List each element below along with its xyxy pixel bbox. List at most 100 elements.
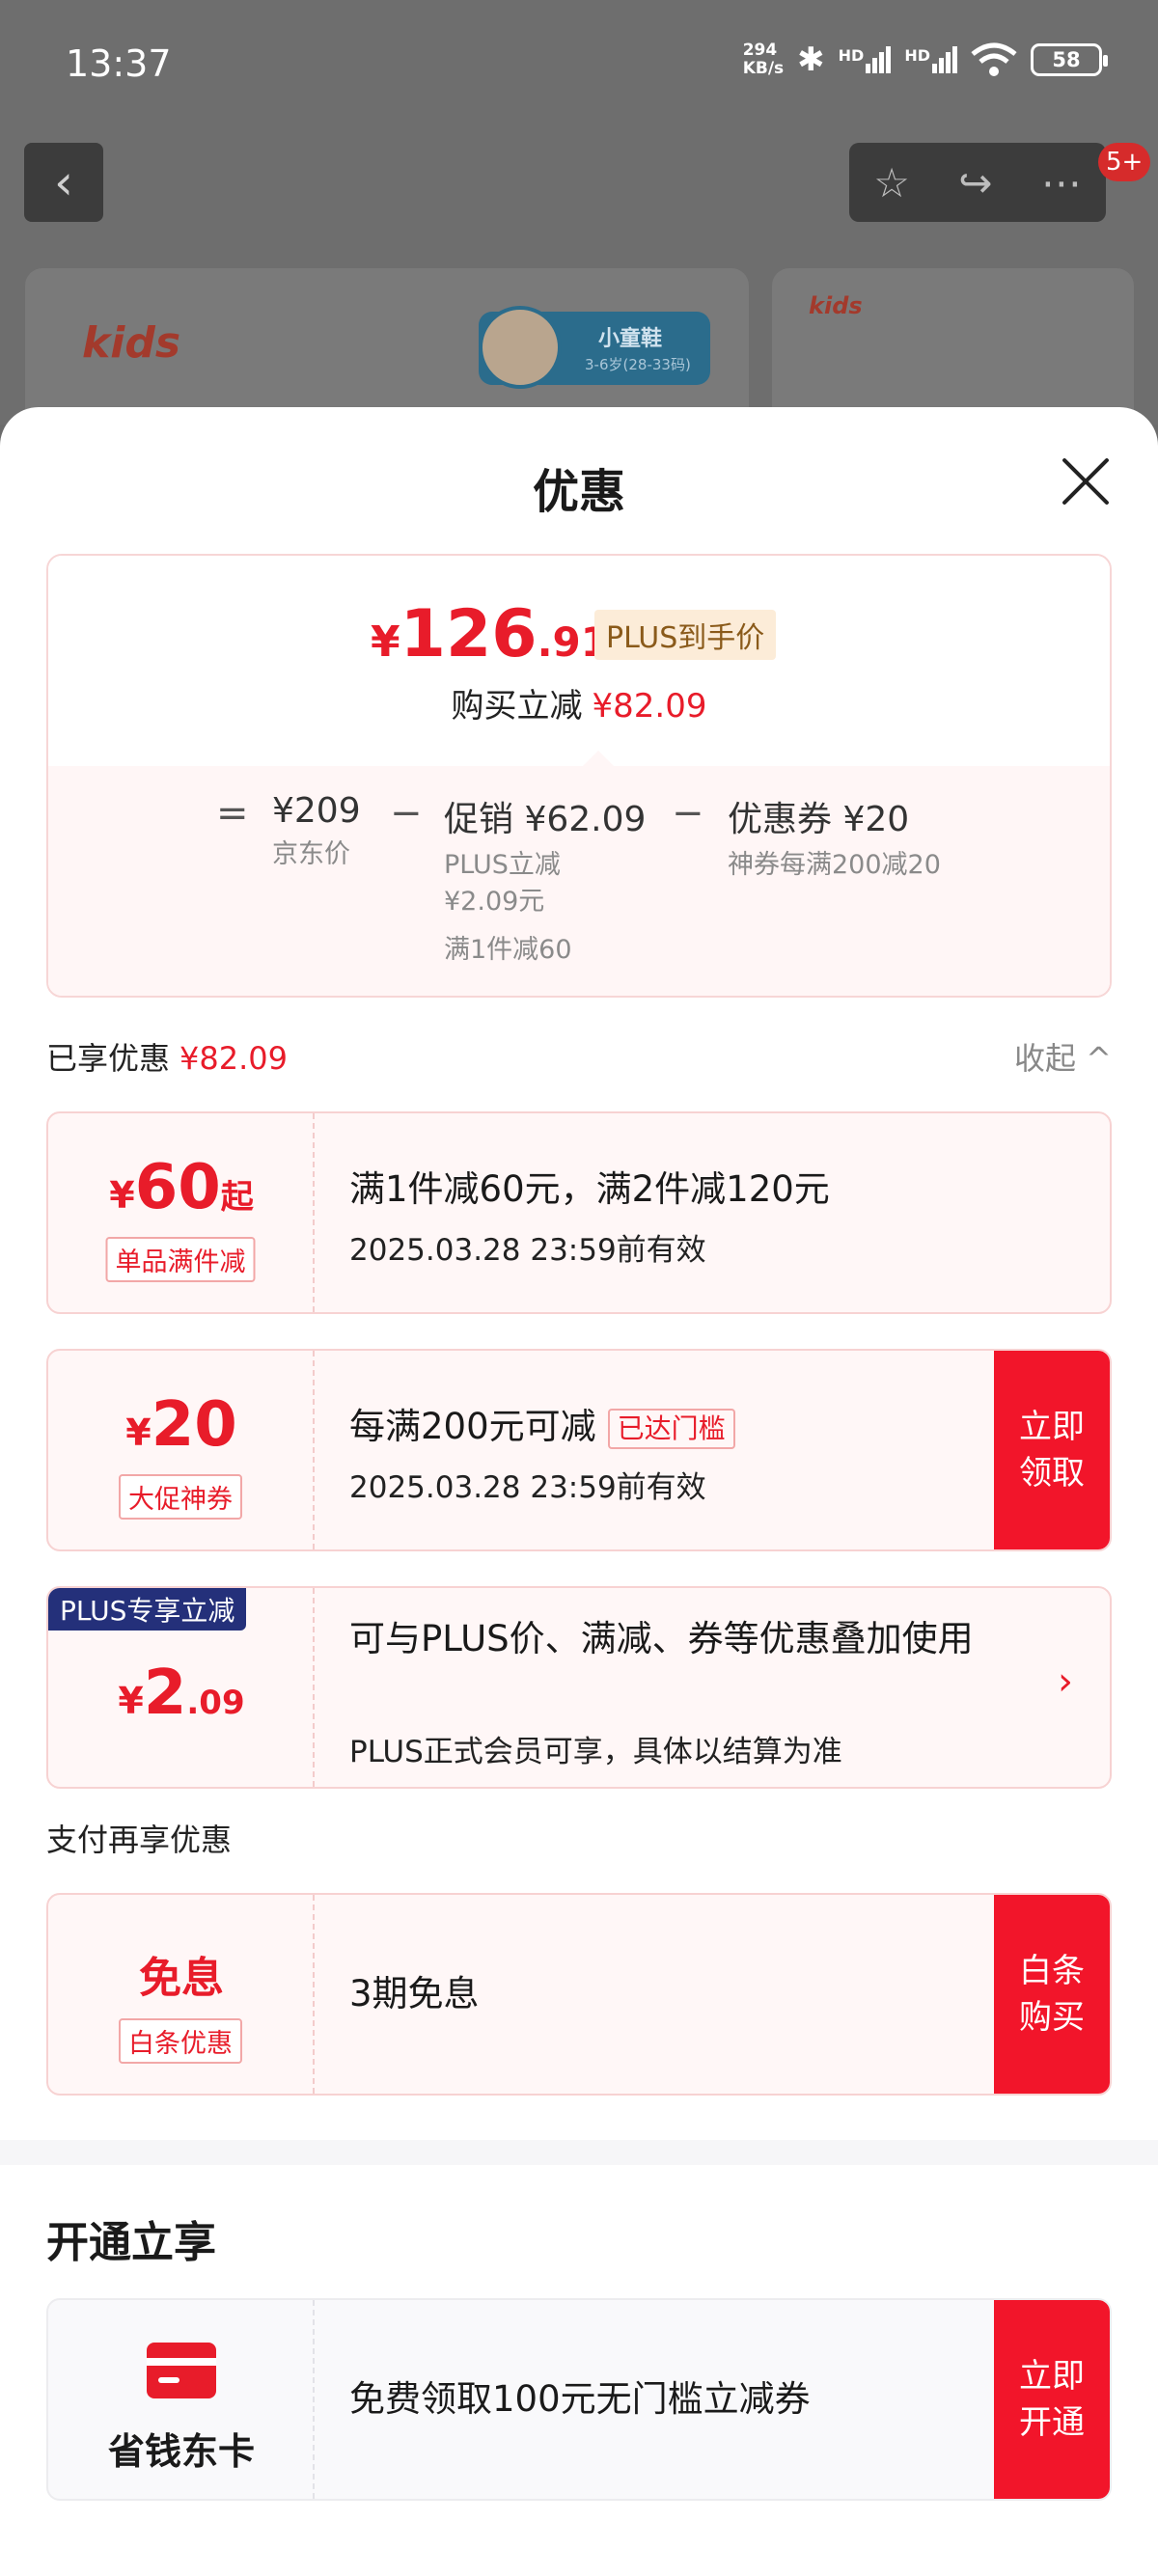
size-tag-range: 3-6岁(28-33码) bbox=[585, 356, 691, 373]
claim-button[interactable]: 立即 领取 bbox=[994, 1351, 1110, 1549]
card-icon bbox=[147, 2343, 216, 2398]
size-tag-name: 小童鞋 bbox=[598, 327, 663, 351]
price-summary: ¥ 126 .91 PLUS到手价 购买立减 ¥82.09 = ¥209 京东价 … bbox=[46, 554, 1112, 998]
coupon-left: 免息 白条优惠 bbox=[48, 1895, 315, 2094]
baitiao-buy-button[interactable]: 白条 购买 bbox=[994, 1895, 1110, 2094]
promo-sub-1: PLUS立减 bbox=[444, 850, 561, 880]
coupon-number: 60 bbox=[134, 1152, 221, 1223]
coupon-symbol: ¥ bbox=[118, 1680, 144, 1722]
equals-sign: = bbox=[216, 791, 249, 836]
bluetooth-icon: ✱ bbox=[797, 41, 825, 79]
coupon-amount: ¥20 bbox=[48, 1389, 315, 1461]
close-icon[interactable] bbox=[1060, 455, 1112, 507]
promo-col: 促销 ¥62.09 PLUS立减 ¥2.09元 满1件减60 bbox=[444, 791, 646, 969]
star-icon[interactable]: ☆ bbox=[873, 159, 910, 206]
back-arrow-icon: ‹ bbox=[54, 154, 73, 210]
coupon-symbol: ¥ bbox=[125, 1411, 152, 1454]
coupon-card: ¥60起 单品满件减 满1件减60元，满2件减120元 2025.03.28 2… bbox=[46, 1111, 1112, 1314]
coupon-note: PLUS正式会员可享，具体以结算为准 bbox=[349, 1735, 842, 1769]
share-icon[interactable]: ↪ bbox=[958, 159, 992, 206]
coupon-tag: 单品满件减 bbox=[105, 1237, 256, 1282]
coupon-main: 可与PLUS价、满减、券等优惠叠加使用 bbox=[349, 1618, 974, 1659]
enjoyed-label: 已享优惠 bbox=[46, 1040, 171, 1077]
coupon-validity: 2025.03.28 23:59前有效 bbox=[349, 1233, 706, 1268]
net-speed-unit: KB/s bbox=[742, 59, 785, 78]
status-time: 13:37 bbox=[66, 42, 172, 85]
coupon-value: 优惠券 ¥20 bbox=[728, 800, 910, 839]
net-speed: 294 KB/s bbox=[743, 41, 784, 78]
open-section-title: 开通立享 bbox=[46, 2218, 216, 2267]
promo-sub-2: ¥2.09元 bbox=[444, 887, 545, 917]
reduce-value: ¥82.09 bbox=[592, 687, 707, 726]
plus-corner-tag: PLUS专享立减 bbox=[48, 1588, 247, 1631]
message-badge: 5+ bbox=[1098, 143, 1151, 181]
coupon-number: 20 bbox=[151, 1389, 237, 1461]
interest-free-label: 免息 bbox=[139, 1954, 224, 2003]
jd-price: ¥209 bbox=[272, 791, 361, 831]
price-symbol: ¥ bbox=[371, 617, 400, 667]
coupon-main: 每满200元可减 bbox=[349, 1406, 596, 1447]
promo-value: 促销 ¥62.09 bbox=[444, 800, 647, 839]
baitiao-card: 免息 白条优惠 3期免息 白条 购买 bbox=[46, 1893, 1112, 2096]
coupon-decimal: .09 bbox=[186, 1684, 245, 1722]
avatar bbox=[479, 306, 562, 389]
pay-section-title: 支付再享优惠 bbox=[46, 1822, 233, 1858]
coupon-amount: ¥2.09 bbox=[48, 1658, 315, 1729]
brand-logo: kids bbox=[82, 318, 181, 368]
status-bar: 13:37 294 KB/s ✱ HD HD 58 bbox=[0, 0, 1158, 130]
coupon-left: PLUS专享立减 ¥2.09 bbox=[48, 1588, 315, 1787]
coupon-suffix: 起 bbox=[220, 1178, 254, 1217]
final-price: ¥ 126 .91 bbox=[371, 596, 609, 672]
coupon-main: 3期免息 bbox=[349, 1973, 480, 2014]
coupon-main: 满1件减60元，满2件减120元 bbox=[349, 1168, 830, 1210]
coupon-left: ¥60起 单品满件减 bbox=[48, 1113, 315, 1312]
reached-tag: 已达门槛 bbox=[607, 1408, 735, 1449]
savings-card: 省钱东卡 免费领取100元无门槛立减券 立即 开通 bbox=[46, 2298, 1112, 2501]
net-speed-value: 294 bbox=[742, 41, 778, 60]
discount-sheet: 优惠 ¥ 126 .91 PLUS到手价 购买立减 ¥82.09 = ¥209 京… bbox=[0, 407, 1158, 2576]
chevron-right-icon: › bbox=[1058, 1659, 1073, 1704]
signal-label-2: HD bbox=[904, 46, 930, 65]
coupon-col: 优惠券 ¥20 神券每满200减20 bbox=[728, 791, 941, 884]
summary-top: ¥ 126 .91 PLUS到手价 购买立减 ¥82.09 bbox=[48, 556, 1110, 766]
enjoyed-value: ¥82.09 bbox=[179, 1040, 288, 1077]
coupon-left: ¥20 大促神券 bbox=[48, 1351, 315, 1549]
status-icons: 294 KB/s ✱ HD HD 58 bbox=[743, 41, 1108, 79]
section-divider bbox=[0, 2140, 1158, 2165]
battery-icon: 58 bbox=[1031, 43, 1108, 76]
jd-price-label: 京东价 bbox=[272, 839, 350, 869]
plus-price-tag: PLUS到手价 bbox=[594, 610, 777, 660]
action-bar: ☆ ↪ ⋯ bbox=[849, 143, 1106, 222]
reduce-label: 购买立减 bbox=[451, 687, 583, 726]
coupon-left: 省钱东卡 bbox=[48, 2300, 315, 2499]
size-tag[interactable]: 小童鞋 3-6岁(28-33码) bbox=[479, 306, 710, 389]
back-button[interactable]: ‹ bbox=[24, 143, 103, 222]
coupon-main-row: 每满200元可减 已达门槛 bbox=[349, 1401, 735, 1453]
signal-label: HD bbox=[838, 46, 865, 65]
sheet-bottom bbox=[0, 2534, 1158, 2576]
wifi-icon bbox=[971, 42, 1017, 76]
more-icon[interactable]: ⋯ bbox=[1041, 159, 1082, 206]
coupon-card: ¥20 大促神券 每满200元可减 已达门槛 2025.03.28 23:59前有… bbox=[46, 1349, 1112, 1551]
coupon-sub: 神券每满200减20 bbox=[728, 850, 941, 880]
promo-sub-3: 满1件减60 bbox=[444, 935, 572, 965]
coupon-main: 免费领取100元无门槛立减券 bbox=[349, 2378, 811, 2420]
coupon-number: 2 bbox=[143, 1658, 187, 1729]
price-integer: 126 bbox=[400, 596, 538, 672]
open-now-button[interactable]: 立即 开通 bbox=[994, 2300, 1110, 2499]
signal-icon-2: HD bbox=[904, 46, 957, 73]
signal-icon: HD bbox=[839, 46, 892, 73]
brand-logo-small: kids bbox=[809, 292, 863, 319]
card-name: 省钱东卡 bbox=[107, 2430, 255, 2473]
coupon-amount: ¥60起 bbox=[48, 1152, 315, 1223]
coupon-symbol: ¥ bbox=[109, 1174, 135, 1217]
coupon-tag: 白条优惠 bbox=[119, 2018, 242, 2064]
coupon-validity: 2025.03.28 23:59前有效 bbox=[349, 1470, 706, 1505]
enjoyed-row: 已享优惠 ¥82.09 收起 ^ bbox=[46, 1034, 1112, 1079]
plus-discount-card[interactable]: PLUS专享立减 ¥2.09 可与PLUS价、满减、券等优惠叠加使用 PLUS正… bbox=[46, 1586, 1112, 1789]
jd-price-col: ¥209 京东价 bbox=[272, 791, 361, 873]
minus-sign-2: − bbox=[672, 791, 704, 836]
price-breakdown: = ¥209 京东价 − 促销 ¥62.09 PLUS立减 ¥2.09元 满1件… bbox=[48, 751, 1110, 996]
reduce-line: 购买立减 ¥82.09 bbox=[48, 679, 1110, 726]
collapse-button[interactable]: 收起 ^ bbox=[1014, 1034, 1112, 1079]
